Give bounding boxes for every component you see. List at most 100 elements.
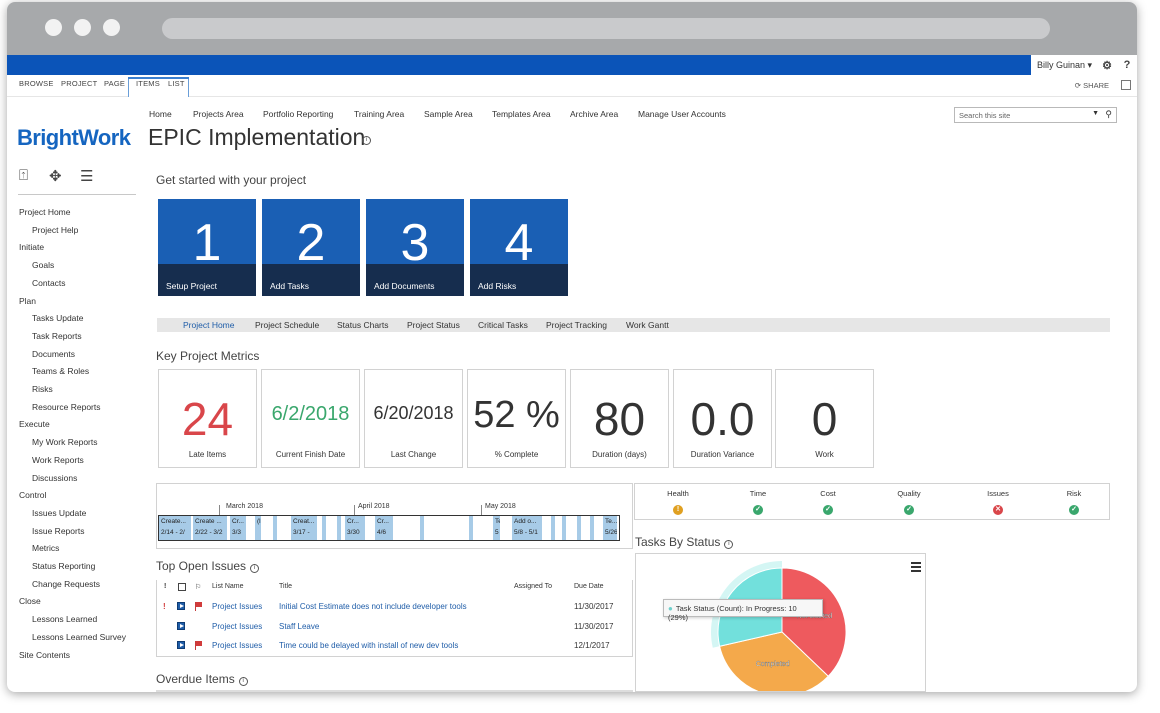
gantt-bar[interactable]: Create ... 2/22 - 3/2 xyxy=(193,516,227,540)
tile-add-risks[interactable]: 4 Add Risks xyxy=(470,199,568,296)
issue-title-link[interactable]: Staff Leave xyxy=(279,622,319,631)
open-item-icon[interactable] xyxy=(177,641,185,649)
col-due-date[interactable]: Due Date xyxy=(574,583,604,590)
open-item-icon[interactable] xyxy=(177,602,185,610)
topnav-projects-area[interactable]: Projects Area xyxy=(193,109,244,119)
subnav-project-status[interactable]: Project Status xyxy=(407,320,460,330)
search-icon[interactable]: ⚲ xyxy=(1105,109,1112,120)
left-nav-item[interactable]: Close xyxy=(19,596,41,606)
topnav-home[interactable]: Home xyxy=(149,109,172,119)
gantt-bar[interactable] xyxy=(322,516,326,540)
subnav-project-tracking[interactable]: Project Tracking xyxy=(546,320,607,330)
left-nav-item[interactable]: Work Reports xyxy=(32,455,84,465)
col-list-name[interactable]: List Name xyxy=(212,583,244,590)
topnav-templates-area[interactable]: Templates Area xyxy=(492,109,551,119)
subnav-work-gantt[interactable]: Work Gantt xyxy=(626,320,669,330)
select-all-checkbox[interactable] xyxy=(178,583,186,593)
ribbon-tab-items[interactable]: ITEMS xyxy=(136,79,160,88)
gantt-bar[interactable]: Creat... 3/17 - xyxy=(291,516,317,540)
left-nav-item[interactable]: Lessons Learned xyxy=(32,614,97,624)
share-button[interactable]: ⟳ SHARE xyxy=(1075,81,1109,90)
left-nav-item[interactable]: Issues Update xyxy=(32,508,86,518)
move-icon[interactable]: ✥ xyxy=(49,167,62,185)
gantt-bar[interactable] xyxy=(420,516,424,540)
gantt-bar[interactable] xyxy=(590,516,594,540)
window-minimize-dot[interactable] xyxy=(74,19,91,36)
left-nav-item[interactable]: Control xyxy=(19,490,46,500)
left-nav-item[interactable]: Status Reporting xyxy=(32,561,95,571)
window-close-dot[interactable] xyxy=(45,19,62,36)
flag-icon[interactable] xyxy=(195,641,203,650)
left-nav-item[interactable]: Task Reports xyxy=(32,331,82,341)
left-nav-item[interactable]: Plan xyxy=(19,296,36,306)
gantt-bar[interactable] xyxy=(273,516,277,540)
flag-icon[interactable] xyxy=(195,602,203,611)
address-bar[interactable] xyxy=(162,18,1050,39)
tile-add-documents[interactable]: 3 Add Documents xyxy=(366,199,464,296)
topnav-archive-area[interactable]: Archive Area xyxy=(570,109,618,119)
left-nav-item[interactable]: Project Home xyxy=(19,207,71,217)
topnav-sample-area[interactable]: Sample Area xyxy=(424,109,473,119)
ribbon-tab-page[interactable]: PAGE xyxy=(104,79,125,88)
issue-list-link[interactable]: Project Issues xyxy=(212,622,262,631)
left-nav-item[interactable]: Tasks Update xyxy=(32,313,84,323)
open-item-icon[interactable] xyxy=(177,621,185,630)
subnav-project-home[interactable]: Project Home xyxy=(183,320,235,330)
ribbon-tab-browse[interactable]: BROWSE xyxy=(19,79,54,88)
left-nav-item[interactable]: Documents xyxy=(32,349,75,359)
left-nav-item[interactable]: Initiate xyxy=(19,242,44,252)
left-nav-item[interactable]: My Work Reports xyxy=(32,437,98,447)
left-nav-item[interactable]: Site Contents xyxy=(19,650,70,660)
brightwork-logo[interactable]: BrightWork xyxy=(17,125,131,151)
tile-add-tasks[interactable]: 2 Add Tasks xyxy=(262,199,360,296)
gear-icon[interactable]: ⚙ xyxy=(1097,59,1117,72)
window-maximize-dot[interactable] xyxy=(103,19,120,36)
col-assigned-to[interactable]: Assigned To xyxy=(514,583,552,590)
issue-title-link[interactable]: Time could be delayed with install of ne… xyxy=(279,641,458,650)
help-icon[interactable]: ? xyxy=(1117,59,1137,71)
gantt-bar[interactable]: Add o... 5/8 - 5/1 xyxy=(512,516,542,540)
chart-menu-icon[interactable] xyxy=(911,562,921,574)
gantt-bar[interactable]: Te... 5 xyxy=(493,516,500,540)
left-nav-item[interactable]: Discussions xyxy=(32,473,77,483)
focus-content-icon[interactable] xyxy=(1121,80,1131,90)
list-icon[interactable]: ☰ xyxy=(80,167,93,185)
info-icon[interactable]: i xyxy=(250,564,260,573)
info-icon[interactable]: i xyxy=(362,136,371,145)
upload-icon[interactable]: ⍐ xyxy=(19,167,28,184)
search-input[interactable]: Search this site ▼ ⚲ xyxy=(954,107,1117,123)
subnav-project-schedule[interactable]: Project Schedule xyxy=(255,320,319,330)
left-nav-item[interactable]: Project Help xyxy=(32,225,78,235)
gantt-bar[interactable]: Cr... 4/6 xyxy=(375,516,393,540)
left-nav-item[interactable]: Risks xyxy=(32,384,53,394)
left-nav-item[interactable]: Issue Reports xyxy=(32,526,84,536)
ribbon-tab-list[interactable]: LIST xyxy=(168,79,185,88)
gantt-timeline[interactable]: March 2018 April 2018 May 2018 Create...… xyxy=(156,483,633,549)
search-scope-dropdown-icon[interactable]: ▼ xyxy=(1092,110,1099,117)
left-nav-item[interactable]: Change Requests xyxy=(32,579,100,589)
gantt-bar[interactable]: Cr... 3/3 xyxy=(230,516,246,540)
info-icon[interactable]: i xyxy=(724,540,734,549)
user-name-menu[interactable]: Billy Guinan ▾ xyxy=(1031,60,1097,71)
gantt-bar[interactable]: (l xyxy=(255,516,261,540)
left-nav-item[interactable]: Resource Reports xyxy=(32,402,101,412)
left-nav-item[interactable]: Goals xyxy=(32,260,54,270)
info-icon[interactable]: i xyxy=(238,677,248,686)
gantt-bar[interactable]: Create... 2/14 - 2/ xyxy=(159,516,191,540)
left-nav-item[interactable]: Execute xyxy=(19,419,50,429)
gantt-bar[interactable]: Cr... 3/30 xyxy=(345,516,365,540)
left-nav-item[interactable]: Metrics xyxy=(32,543,59,553)
gantt-bar[interactable] xyxy=(337,516,341,540)
issue-title-link[interactable]: Initial Cost Estimate does not include d… xyxy=(279,602,467,611)
gantt-bar[interactable]: Te... 5/26 xyxy=(603,516,617,540)
gantt-bar[interactable] xyxy=(469,516,473,540)
left-nav-item[interactable]: Lessons Learned Survey xyxy=(32,632,126,642)
left-nav-item[interactable]: Teams & Roles xyxy=(32,366,89,376)
gantt-bar[interactable] xyxy=(562,516,566,540)
topnav-portfolio-reporting[interactable]: Portfolio Reporting xyxy=(263,109,333,119)
left-nav-item[interactable]: Contacts xyxy=(32,278,66,288)
subnav-critical-tasks[interactable]: Critical Tasks xyxy=(478,320,528,330)
issue-list-link[interactable]: Project Issues xyxy=(212,602,262,611)
tile-setup-project[interactable]: 1 Setup Project xyxy=(158,199,256,296)
topnav-training-area[interactable]: Training Area xyxy=(354,109,404,119)
